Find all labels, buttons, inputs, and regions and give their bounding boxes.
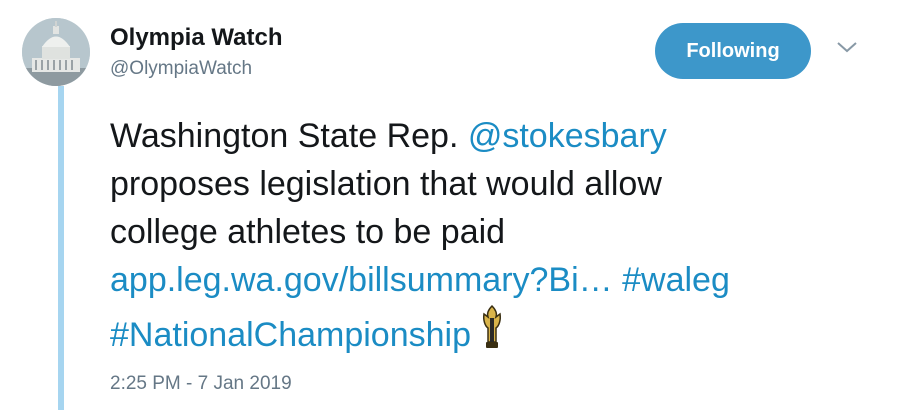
bill-summary-link[interactable]: app.leg.wa.gov/billsummary?Bi…	[110, 261, 613, 299]
thread-line	[58, 86, 64, 410]
following-button[interactable]: Following	[655, 23, 811, 79]
tweet-timestamp[interactable]: 2:25 PM - 7 Jan 2019	[110, 373, 292, 395]
tweet-line-5: #NationalChampionship	[110, 304, 900, 359]
tweet-line-1: Washington State Rep. @stokesbary	[110, 112, 900, 160]
capitol-dome-icon	[22, 18, 90, 86]
trophy-icon[interactable]	[479, 304, 505, 350]
tweet-line-1-text: Washington State Rep.	[110, 117, 468, 155]
author-avatar[interactable]	[22, 18, 90, 86]
hashtag-national-championship[interactable]: #NationalChampionship	[110, 316, 471, 354]
mention-link[interactable]: @stokesbary	[468, 117, 667, 155]
tweet-text: Washington State Rep. @stokesbary propos…	[110, 112, 900, 359]
author-name[interactable]: Olympia Watch	[110, 24, 282, 52]
chevron-down-icon[interactable]	[836, 40, 858, 54]
author-handle[interactable]: @OlympiaWatch	[110, 58, 252, 80]
tweet-line-3: college athletes to be paid	[110, 213, 506, 251]
tweet-line-4: app.leg.wa.gov/billsummary?Bi… #waleg	[110, 256, 900, 304]
hashtag-waleg[interactable]: #waleg	[622, 261, 730, 299]
tweet-line-2: proposes legislation that would allow	[110, 165, 662, 203]
